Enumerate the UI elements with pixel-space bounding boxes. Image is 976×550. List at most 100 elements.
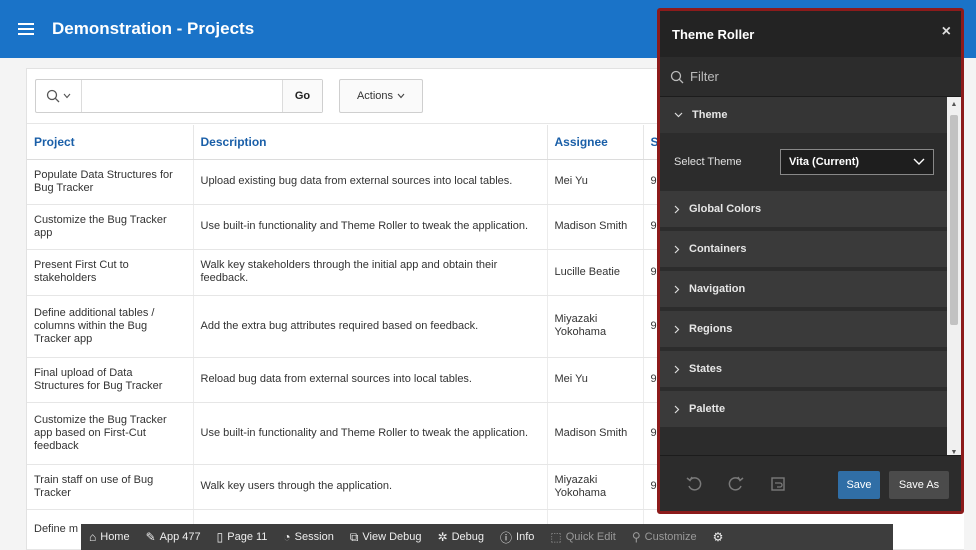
search-icon bbox=[46, 89, 60, 103]
dev-page-button[interactable]: ▯ Page 11 bbox=[209, 524, 276, 550]
column-header-description[interactable]: Description bbox=[193, 125, 548, 160]
menu-icon[interactable] bbox=[18, 23, 34, 35]
theme-roller-body: Theme Select Theme Vita (Current) Global… bbox=[660, 97, 948, 459]
dev-home-button[interactable]: ⌂ Home bbox=[81, 524, 138, 550]
customize-icon: ⚲ bbox=[631, 530, 641, 544]
section-label: Theme bbox=[692, 109, 728, 121]
theme-roller-dialog: Theme Roller × Filter Theme Select Theme… bbox=[657, 8, 964, 514]
dev-info-button[interactable]: ⓘ Info bbox=[492, 524, 542, 550]
section-palette[interactable]: Palette bbox=[660, 391, 948, 431]
section-global-colors[interactable]: Global Colors bbox=[660, 191, 948, 231]
dev-item-label: Info bbox=[516, 531, 535, 543]
chevron-down-icon bbox=[397, 93, 405, 99]
dev-app-button[interactable]: ✎ App 477 bbox=[138, 524, 209, 550]
section-label: Navigation bbox=[689, 283, 746, 295]
section-regions[interactable]: Regions bbox=[660, 311, 948, 351]
dev-view-debug-button[interactable]: ⧉ View Debug bbox=[342, 524, 430, 550]
section-label: Palette bbox=[689, 403, 726, 415]
section-label: Containers bbox=[689, 243, 747, 255]
cell-assignee: Miyazaki Yokohama bbox=[547, 295, 644, 358]
cell-description: Reload bug data from external sources in… bbox=[193, 357, 548, 403]
select-theme-value: Vita (Current) bbox=[789, 156, 860, 168]
select-theme-label: Select Theme bbox=[674, 156, 742, 168]
select-theme-row: Select Theme Vita (Current) bbox=[660, 137, 948, 187]
cell-project: Train staff on use of Bug Tracker bbox=[27, 464, 194, 510]
dev-item-label: View Debug bbox=[362, 531, 422, 543]
cell-assignee: Lucille Beatie bbox=[547, 249, 644, 296]
info-icon: ⓘ bbox=[500, 530, 513, 545]
cell-project: Customize the Bug Tracker app based on F… bbox=[27, 402, 194, 465]
cell-assignee: Miyazaki Yokohama bbox=[547, 464, 644, 510]
section-label: States bbox=[689, 363, 723, 375]
theme-roller-footer: Save Save As bbox=[660, 455, 961, 511]
scroll-thumb[interactable] bbox=[950, 115, 958, 325]
cell-description: Walk key users through the application. bbox=[193, 464, 548, 510]
chevron-down-icon bbox=[674, 112, 683, 118]
cell-assignee: Madison Smith bbox=[547, 204, 644, 250]
go-button[interactable]: Go bbox=[282, 80, 322, 112]
chevron-right-icon bbox=[674, 325, 680, 333]
close-icon[interactable]: × bbox=[942, 23, 951, 41]
search-icon bbox=[670, 70, 684, 83]
dev-item-label: Page 11 bbox=[227, 531, 268, 543]
dev-session-button[interactable]: ◔ Session bbox=[275, 524, 341, 550]
page-scrollbar[interactable] bbox=[964, 68, 976, 550]
developer-toolbar: ⌂ Home ✎ App 477 ▯ Page 11 ◔ Session ⧉ V… bbox=[81, 524, 893, 550]
cell-project: Populate Data Structures for Bug Tracker bbox=[27, 159, 194, 205]
home-icon: ⌂ bbox=[89, 530, 97, 544]
cell-description: Upload existing bug data from external s… bbox=[193, 159, 548, 205]
column-header-project[interactable]: Project bbox=[27, 125, 194, 160]
theme-roller-scrollbar[interactable]: ▲ ▼ bbox=[947, 97, 961, 459]
theme-roller-title: Theme Roller bbox=[672, 26, 755, 42]
dev-item-label: Debug bbox=[451, 531, 484, 543]
filter-field[interactable]: Filter bbox=[660, 57, 961, 97]
section-label: Global Colors bbox=[689, 203, 762, 215]
chevron-right-icon bbox=[674, 285, 680, 293]
section-states[interactable]: States bbox=[660, 351, 948, 391]
cell-project: Customize the Bug Tracker app bbox=[27, 204, 194, 250]
search-box: Go bbox=[35, 79, 323, 113]
chevron-right-icon bbox=[674, 405, 680, 413]
search-column-selector[interactable] bbox=[36, 80, 82, 112]
chevron-down-icon bbox=[63, 93, 71, 99]
dev-customize-button[interactable]: ⚲ Customize bbox=[624, 524, 705, 550]
cell-project: Present First Cut to stakeholders bbox=[27, 249, 194, 296]
dev-item-label: App 477 bbox=[159, 531, 201, 543]
cell-project: Final upload of Data Structures for Bug … bbox=[27, 357, 194, 403]
filter-placeholder: Filter bbox=[690, 69, 719, 84]
theme-roller-header: Theme Roller × bbox=[660, 11, 961, 57]
dev-quick-edit-button[interactable]: ⬚ Quick Edit bbox=[542, 524, 623, 550]
undo-icon[interactable] bbox=[680, 470, 708, 498]
section-theme[interactable]: Theme bbox=[660, 97, 948, 137]
cell-assignee: Mei Yu bbox=[547, 159, 644, 205]
dev-item-label: Customize bbox=[644, 531, 697, 543]
section-label: Regions bbox=[689, 323, 733, 335]
section-containers[interactable]: Containers bbox=[660, 231, 948, 271]
cell-assignee: Madison Smith bbox=[547, 402, 644, 465]
dev-debug-button[interactable]: ✲ Debug bbox=[430, 524, 492, 550]
column-header-assignee[interactable]: Assignee bbox=[547, 125, 644, 160]
save-as-button[interactable]: Save As bbox=[889, 471, 949, 499]
cell-project: Define additional tables / columns withi… bbox=[27, 295, 194, 358]
search-input[interactable] bbox=[82, 80, 282, 112]
cell-description: Walk key stakeholders through the initia… bbox=[193, 249, 548, 296]
edit-icon: ✎ bbox=[145, 530, 156, 544]
chevron-down-icon bbox=[913, 158, 925, 165]
cell-description: Use built-in functionality and Theme Rol… bbox=[193, 204, 548, 250]
scroll-up-icon[interactable]: ▲ bbox=[947, 97, 961, 111]
cell-assignee: Mei Yu bbox=[547, 357, 644, 403]
save-button[interactable]: Save bbox=[838, 471, 880, 499]
gear-icon: ⚙ bbox=[712, 530, 724, 544]
select-theme-dropdown[interactable]: Vita (Current) bbox=[780, 149, 934, 175]
dev-settings-button[interactable]: ⚙ bbox=[705, 524, 732, 550]
actions-button[interactable]: Actions bbox=[339, 79, 423, 113]
section-navigation[interactable]: Navigation bbox=[660, 271, 948, 311]
quick-edit-icon: ⬚ bbox=[550, 530, 562, 544]
view-debug-icon: ⧉ bbox=[349, 529, 359, 544]
session-icon: ◔ bbox=[283, 530, 291, 544]
reset-icon[interactable] bbox=[764, 470, 792, 498]
dev-item-label: Quick Edit bbox=[565, 531, 616, 543]
chevron-right-icon bbox=[674, 365, 680, 373]
redo-icon[interactable] bbox=[722, 470, 750, 498]
actions-label: Actions bbox=[356, 90, 394, 102]
